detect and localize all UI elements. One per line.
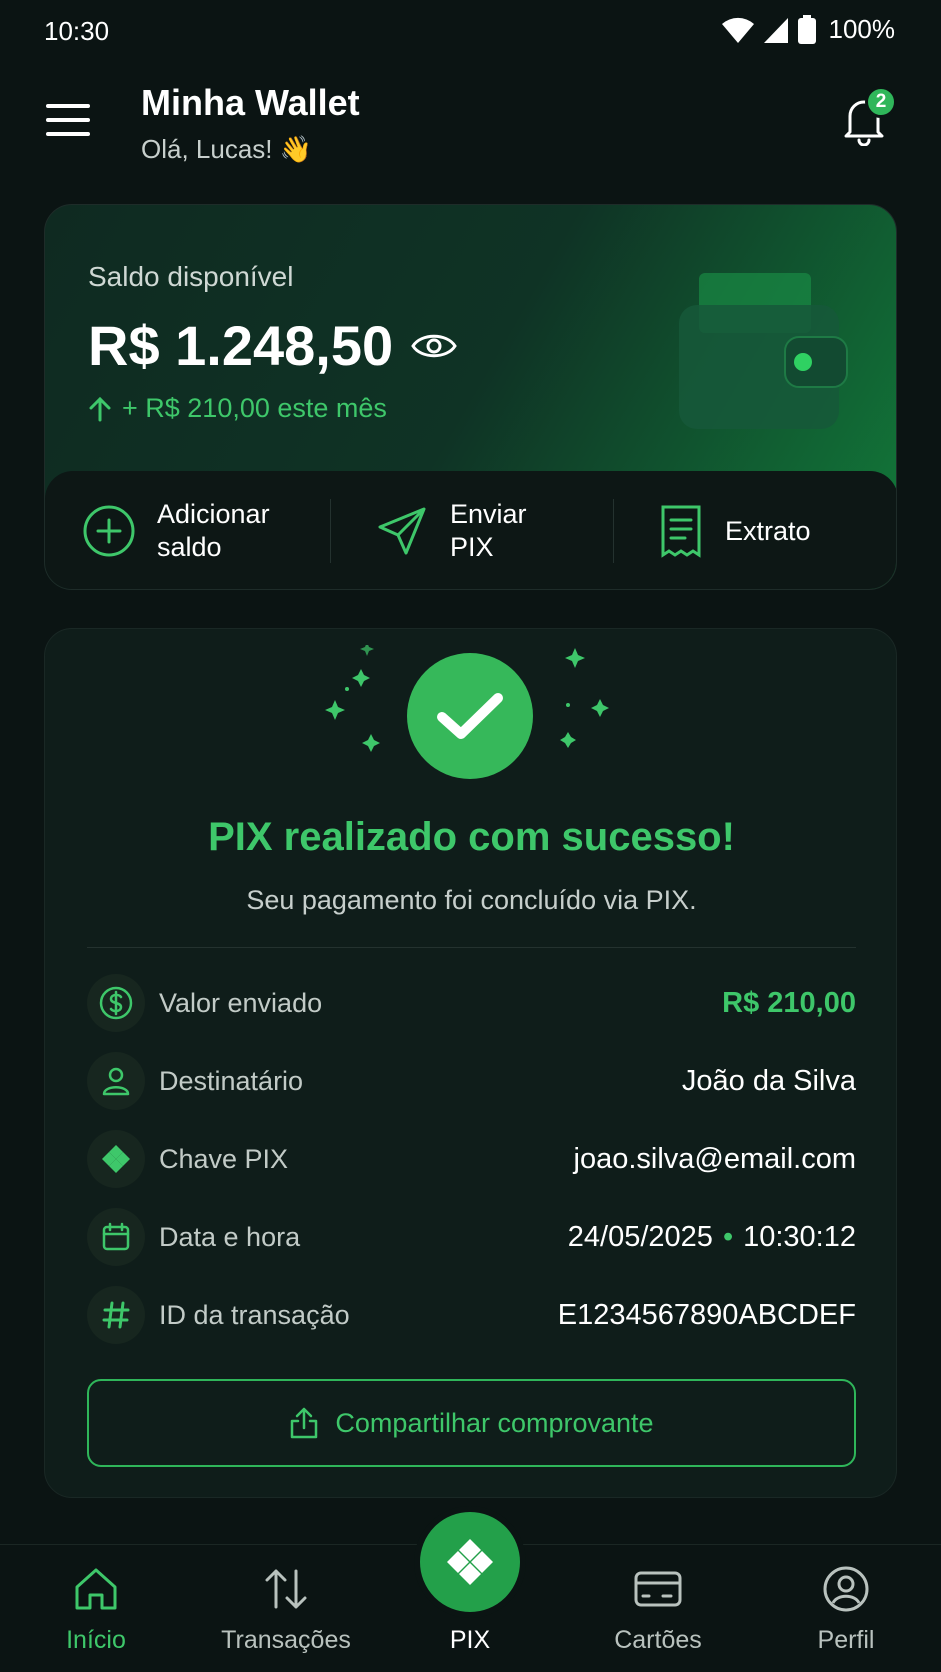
detail-row-recipient: Destinatário João da Silva xyxy=(87,1051,856,1111)
dollar-icon xyxy=(87,974,145,1032)
success-subtitle: Seu pagamento foi concluído via PIX. xyxy=(246,885,697,915)
detail-label: Valor enviado xyxy=(159,987,323,1018)
detail-value-amount: R$ 210,00 xyxy=(722,986,856,1019)
pix-success-card: PIX realizado com sucesso! Seu pagamento… xyxy=(44,628,897,1498)
send-pix-label: Enviar PIX xyxy=(450,499,527,562)
detail-label: ID da transação xyxy=(159,1299,350,1330)
battery-icon xyxy=(797,14,816,44)
detail-row-transaction-id: ID da transação E1234567890ABCDEF xyxy=(87,1285,856,1345)
share-icon xyxy=(291,1407,318,1439)
receipt-icon xyxy=(661,505,701,558)
detail-row-datetime: Data e hora 24/05/2025 • 10:30:12 xyxy=(87,1207,856,1267)
app-title: Minha Wallet xyxy=(141,82,360,123)
nav-item-home[interactable]: Início xyxy=(16,1565,176,1655)
detail-value-transaction-id: E1234567890ABCDEF xyxy=(557,1298,856,1331)
detail-value-datetime: 24/05/2025 • 10:30:12 xyxy=(568,1221,856,1254)
profile-icon xyxy=(823,1566,869,1612)
nav-item-profile[interactable]: Perfil xyxy=(766,1565,926,1655)
nav-label: Início xyxy=(66,1626,126,1654)
add-balance-button[interactable]: Adicionar saldo xyxy=(45,471,330,589)
detail-value-recipient: João da Silva xyxy=(681,1064,856,1097)
add-balance-label: Adicionar saldo xyxy=(157,499,270,562)
share-receipt-button[interactable]: Compartilhar comprovante xyxy=(87,1379,856,1467)
status-bar: 10:30 100% xyxy=(0,0,941,64)
success-title: PIX realizado com sucesso! xyxy=(208,815,735,859)
statement-button[interactable]: Extrato xyxy=(613,471,896,589)
signal-icon xyxy=(763,17,788,43)
detail-row-pix-key: Chave PIX joao.silva@email.com xyxy=(87,1129,856,1189)
menu-button[interactable] xyxy=(46,104,90,138)
success-check-icon xyxy=(407,653,533,779)
home-icon xyxy=(75,1568,117,1610)
detail-label: Chave PIX xyxy=(159,1143,289,1174)
balance-card: Saldo disponível R$ 1.248,50 + R$ 210,00… xyxy=(44,204,897,590)
pix-icon xyxy=(87,1130,145,1188)
divider xyxy=(87,947,856,948)
nav-item-pix[interactable] xyxy=(414,1506,526,1618)
detail-time: 10:30:12 xyxy=(743,1220,856,1253)
balance-label: Saldo disponível xyxy=(88,261,294,292)
detail-row-amount: Valor enviado R$ 210,00 xyxy=(87,973,856,1033)
menu-icon xyxy=(46,104,90,108)
share-receipt-label: Compartilhar comprovante xyxy=(335,1407,654,1438)
nav-label: Perfil xyxy=(817,1626,875,1654)
calendar-icon xyxy=(87,1208,145,1266)
arrow-up-icon xyxy=(89,396,111,421)
divider xyxy=(613,499,614,563)
battery-percent: 100% xyxy=(828,14,896,44)
credit-card-icon xyxy=(634,1571,682,1607)
balance-value: R$ 1.248,50 xyxy=(88,314,394,377)
eye-icon[interactable] xyxy=(411,330,457,362)
wifi-icon xyxy=(721,17,754,43)
divider xyxy=(330,499,331,563)
pix-icon xyxy=(447,1539,493,1585)
notification-badge: 2 xyxy=(865,86,897,118)
transfer-arrows-icon xyxy=(265,1569,307,1609)
nav-item-cards[interactable]: Cartões xyxy=(578,1565,738,1655)
detail-label: Data e hora xyxy=(159,1221,301,1252)
balance-change: + R$ 210,00 este mês xyxy=(88,393,387,424)
send-icon xyxy=(378,507,426,555)
user-icon xyxy=(87,1052,145,1110)
status-time: 10:30 xyxy=(44,16,110,46)
nav-label: Transações xyxy=(221,1626,351,1654)
wallet-illustration-icon xyxy=(679,273,848,429)
statement-label: Extrato xyxy=(725,515,811,546)
nav-item-transactions[interactable]: Transações xyxy=(206,1565,366,1655)
balance-row: R$ 1.248,50 xyxy=(88,313,457,378)
date-time-separator: • xyxy=(722,1220,734,1253)
status-icons: 100% xyxy=(721,14,896,45)
nav-label-pix: PIX xyxy=(449,1626,491,1654)
nav-label: Cartões xyxy=(614,1626,702,1654)
detail-value-pix-key: joao.silva@email.com xyxy=(573,1142,856,1175)
plus-circle-icon xyxy=(83,505,135,557)
quick-actions: Adicionar saldo Enviar PIX Extrato xyxy=(45,471,896,589)
balance-change-text: + R$ 210,00 este mês xyxy=(122,393,387,423)
send-pix-button[interactable]: Enviar PIX xyxy=(330,471,613,589)
hash-icon xyxy=(87,1286,145,1344)
greeting: Olá, Lucas! 👋 xyxy=(141,134,313,164)
detail-label: Destinatário xyxy=(159,1065,304,1096)
detail-date: 24/05/2025 xyxy=(567,1220,713,1253)
